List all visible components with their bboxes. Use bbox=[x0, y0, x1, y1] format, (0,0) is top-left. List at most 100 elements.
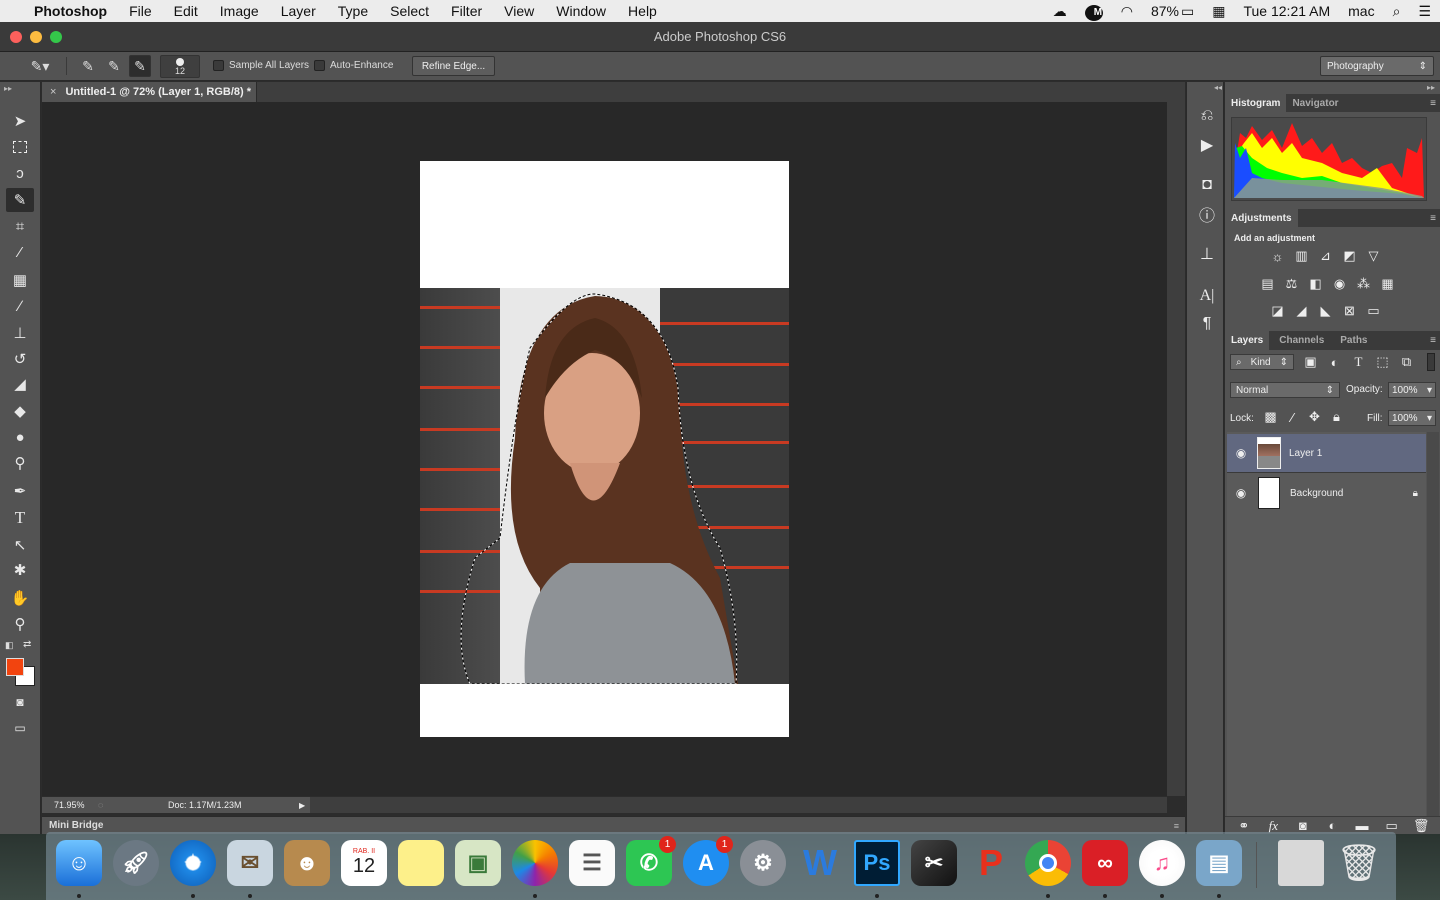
menu-window[interactable]: Window bbox=[545, 0, 617, 22]
clock[interactable]: Tue 12:21 AM bbox=[1234, 3, 1339, 19]
sample-all-layers-checkbox[interactable]: Sample All Layers bbox=[213, 60, 309, 71]
vibrance-icon[interactable]: ▽ bbox=[1364, 248, 1383, 264]
trash-icon[interactable]: 🗑︎ bbox=[1336, 840, 1382, 886]
add-to-selection-brush-icon[interactable]: ✎ bbox=[103, 56, 125, 76]
exposure-icon[interactable]: ◩ bbox=[1340, 248, 1359, 264]
notes-icon[interactable] bbox=[398, 840, 444, 886]
swap-colors-icon[interactable]: ⇄ bbox=[23, 639, 31, 650]
menu-image[interactable]: Image bbox=[209, 0, 270, 22]
channel-mixer-icon[interactable]: ⁂ bbox=[1354, 276, 1373, 292]
new-selection-brush-icon[interactable]: ✎ bbox=[77, 56, 99, 76]
menu-edit[interactable]: Edit bbox=[163, 0, 209, 22]
facetime-icon[interactable]: ✆ 1 bbox=[626, 836, 676, 886]
posterize-icon[interactable]: ◢ bbox=[1292, 303, 1311, 319]
refine-edge-button[interactable]: Refine Edge... bbox=[412, 56, 495, 76]
checkbox-box[interactable] bbox=[213, 60, 224, 71]
photoshop-icon[interactable]: Ps bbox=[854, 840, 900, 886]
quick-selection-tool-icon[interactable]: ✎ bbox=[6, 188, 34, 212]
zoom-level[interactable]: 71.95% bbox=[42, 800, 98, 810]
paint-bucket-tool-icon[interactable]: ◆ bbox=[6, 399, 34, 423]
tab-adjustments[interactable]: Adjustments bbox=[1225, 209, 1298, 227]
creative-cloud-icon[interactable]: ☁ bbox=[1044, 3, 1076, 20]
crop-tool-icon[interactable]: ⌗ bbox=[6, 214, 34, 238]
actions-panel-icon[interactable]: ▶ bbox=[1196, 135, 1218, 155]
clone-stamp-tool-icon[interactable]: ⊥ bbox=[6, 321, 34, 345]
menu-file[interactable]: File bbox=[118, 0, 163, 22]
smart-object-filter-icon[interactable]: ⧉ bbox=[1397, 354, 1416, 370]
close-tab-icon[interactable]: × bbox=[50, 86, 56, 98]
type-layer-filter-icon[interactable]: T bbox=[1349, 354, 1368, 370]
collapse-icon[interactable]: ▸▸ bbox=[1427, 83, 1435, 92]
horizontal-scrollbar[interactable] bbox=[310, 797, 1167, 813]
invert-icon[interactable]: ◪ bbox=[1268, 303, 1287, 319]
filter-kind-select[interactable]: ⌕ Kind ⇕ bbox=[1230, 354, 1294, 370]
history-brush-tool-icon[interactable]: ↺ bbox=[6, 347, 34, 371]
adjustment-layer-filter-icon[interactable]: ◐ bbox=[1325, 354, 1344, 370]
downloads-stack-icon[interactable] bbox=[1278, 840, 1324, 886]
calendar-status-icon[interactable]: ▦ bbox=[1203, 3, 1234, 20]
brightness-contrast-icon[interactable]: ☼ bbox=[1268, 248, 1287, 264]
gradient-map-icon[interactable]: ▭ bbox=[1364, 303, 1383, 319]
document-tab[interactable]: × Untitled-1 @ 72% (Layer 1, RGB/8) * bbox=[42, 82, 257, 102]
blend-mode-select[interactable]: Normal ⇕ bbox=[1230, 382, 1340, 398]
screen-mode-icon[interactable]: ▭ bbox=[6, 716, 34, 740]
filter-toggle[interactable] bbox=[1427, 353, 1435, 371]
tool-preset-picker[interactable]: ✎▾ bbox=[20, 56, 60, 76]
calendar-icon[interactable]: RAB. II 12 bbox=[341, 840, 387, 886]
safari-icon[interactable]: ✧ bbox=[170, 840, 216, 886]
status-menu-arrow-icon[interactable]: ▶ bbox=[299, 801, 305, 810]
creative-cloud-icon[interactable]: ∞ bbox=[1082, 840, 1128, 886]
maps-photo-booth-icon[interactable]: ▣ bbox=[455, 840, 501, 886]
healing-brush-tool-icon[interactable]: ▦ bbox=[6, 268, 34, 292]
paragraph-panel-icon[interactable]: ¶ bbox=[1196, 314, 1218, 334]
m-status-icon[interactable]: M bbox=[1076, 2, 1112, 21]
launchpad-icon[interactable]: 🚀︎ bbox=[113, 840, 159, 886]
zoom-window-button[interactable] bbox=[50, 31, 62, 43]
dodge-tool-icon[interactable]: ⚲ bbox=[6, 451, 34, 475]
menu-type[interactable]: Type bbox=[327, 0, 379, 22]
path-selection-tool-icon[interactable]: ↖ bbox=[6, 533, 34, 557]
character-panel-icon[interactable]: A| bbox=[1196, 286, 1218, 306]
pixel-layer-filter-icon[interactable]: ▣ bbox=[1301, 354, 1320, 370]
color-lookup-icon[interactable]: ▦ bbox=[1378, 276, 1397, 292]
photo-filter-icon[interactable]: ◉ bbox=[1330, 276, 1349, 292]
history-panel-icon[interactable]: ⎌ bbox=[1196, 106, 1218, 126]
foreground-color-swatch[interactable] bbox=[6, 658, 24, 676]
photos-icon[interactable] bbox=[512, 840, 558, 886]
lock-transparent-pixels-icon[interactable]: ▩ bbox=[1261, 409, 1280, 425]
preview-icon[interactable]: ▤ bbox=[1196, 840, 1242, 886]
layer-row[interactable]: ◉ Layer 1 bbox=[1227, 434, 1426, 472]
threshold-icon[interactable]: ◣ bbox=[1316, 303, 1335, 319]
layer-row[interactable]: ◉ Background 🔒︎ bbox=[1227, 474, 1426, 512]
subtract-selection-brush-icon[interactable]: ✎ bbox=[129, 55, 151, 77]
polaris-office-icon[interactable]: P bbox=[968, 840, 1014, 886]
photo-layer-1[interactable] bbox=[420, 288, 789, 684]
spotlight-search-icon[interactable]: ⌕ bbox=[1384, 3, 1410, 20]
panel-menu-icon[interactable]: ≡ bbox=[1430, 209, 1440, 227]
brush-tool-icon[interactable]: ∕ bbox=[6, 294, 34, 318]
checkbox-box[interactable] bbox=[314, 60, 325, 71]
document-size[interactable]: Doc: 1.17M/1.23M bbox=[168, 800, 242, 810]
final-cut-icon[interactable]: ✂ bbox=[911, 840, 957, 886]
chevron-down-icon[interactable]: ▾ bbox=[1427, 385, 1435, 396]
notification-center-icon[interactable]: ☰ bbox=[1409, 3, 1440, 20]
system-preferences-icon[interactable]: ⚙ bbox=[740, 840, 786, 886]
color-balance-icon[interactable]: ⚖ bbox=[1282, 276, 1301, 292]
properties-panel-icon[interactable]: ◘ bbox=[1196, 175, 1218, 195]
contacts-icon[interactable]: ☻ bbox=[284, 840, 330, 886]
quick-mask-icon[interactable]: ◙ bbox=[6, 690, 34, 714]
shape-layer-filter-icon[interactable]: ⬚ bbox=[1373, 354, 1392, 370]
panel-menu-icon[interactable]: ≡ bbox=[1430, 94, 1440, 112]
layer-name[interactable]: Background bbox=[1290, 488, 1343, 499]
visibility-eye-icon[interactable]: ◉ bbox=[1227, 486, 1255, 500]
menu-view[interactable]: View bbox=[493, 0, 545, 22]
lasso-tool-icon[interactable]: ↄ bbox=[6, 161, 34, 185]
word-icon[interactable]: W bbox=[797, 840, 843, 886]
vertical-scrollbar[interactable] bbox=[1167, 102, 1185, 796]
layer-thumbnail[interactable] bbox=[1257, 437, 1281, 469]
tab-navigator[interactable]: Navigator bbox=[1286, 94, 1344, 112]
curves-icon[interactable]: ⊿ bbox=[1316, 248, 1335, 264]
layer-thumbnail[interactable] bbox=[1258, 477, 1280, 509]
tab-channels[interactable]: Channels bbox=[1269, 331, 1334, 350]
mail-preview-icon[interactable]: ✉ bbox=[227, 840, 273, 886]
